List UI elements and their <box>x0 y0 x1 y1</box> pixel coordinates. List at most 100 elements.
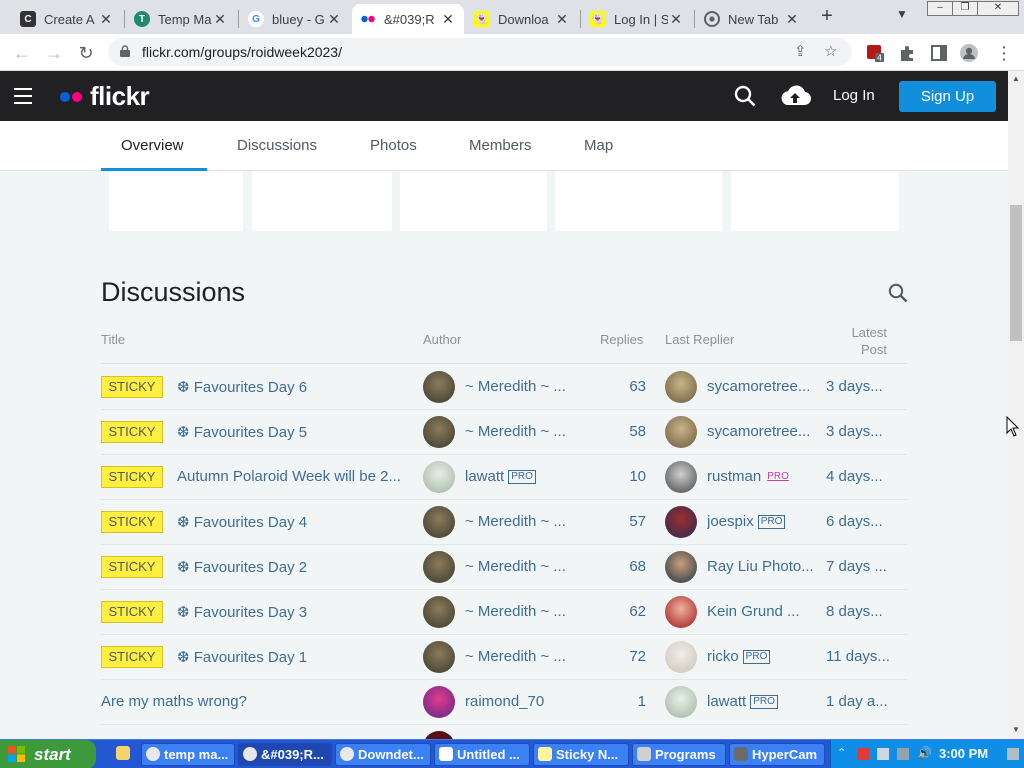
topic-link[interactable]: ❆ Favourites Day 1 <box>177 648 417 666</box>
author-avatar[interactable] <box>423 551 455 583</box>
latest-post-link[interactable]: 1 day a... <box>826 693 907 710</box>
last-replier-cell[interactable]: Kein Grund ... <box>707 603 821 620</box>
last-replier-link[interactable]: joespix <box>707 513 754 530</box>
taskbar-item[interactable]: Downdet... <box>335 743 431 766</box>
hamburger-menu-icon[interactable] <box>14 88 32 104</box>
author-avatar[interactable] <box>423 686 455 718</box>
profile-avatar-icon[interactable] <box>960 44 978 62</box>
last-replier-avatar[interactable] <box>665 416 697 448</box>
author-link[interactable]: raimond_70 <box>465 693 544 710</box>
browser-tab[interactable]: New Tab ✕ <box>696 4 808 34</box>
back-arrow-icon[interactable]: ← <box>10 41 34 65</box>
topic-link[interactable]: ❆ Favourites Day 4 <box>177 513 417 531</box>
close-tab-icon[interactable]: ✕ <box>326 11 342 28</box>
browser-tab-active[interactable]: &#039;R ✕ <box>352 4 464 34</box>
author-avatar[interactable] <box>423 731 455 739</box>
author-link[interactable]: ~ Meredith ~ ... <box>465 423 566 440</box>
search-icon[interactable] <box>888 283 908 303</box>
last-replier-avatar[interactable] <box>665 371 697 403</box>
last-replier-cell[interactable]: joespix PRO <box>707 513 821 530</box>
author-link[interactable]: ~ Meredith ~ ... <box>465 603 566 620</box>
last-replier-link[interactable]: rustman <box>707 468 761 485</box>
browser-tab[interactable]: C Create A ✕ <box>12 4 122 34</box>
tab-photos[interactable]: Photos <box>370 137 417 154</box>
bookmark-star-icon[interactable]: ☆ <box>824 42 837 60</box>
author-link[interactable]: ~ Meredith ~ ... <box>465 378 566 395</box>
extensions-puzzle-icon[interactable] <box>898 44 916 62</box>
minimize-window-button[interactable]: – <box>927 1 953 16</box>
last-replier-cell[interactable]: rustman PRO <box>707 468 821 485</box>
photo-card[interactable] <box>555 171 722 231</box>
photo-card[interactable] <box>109 171 243 231</box>
tab-members[interactable]: Members <box>469 137 532 154</box>
author-cell[interactable]: raimond_70 <box>465 693 605 710</box>
author-link[interactable]: lawatt <box>465 468 504 485</box>
browser-tab[interactable]: G bluey - G ✕ <box>240 4 350 34</box>
maximize-window-button[interactable]: ❐ <box>952 1 978 16</box>
last-replier-link[interactable]: ricko <box>707 648 739 665</box>
browser-tab[interactable]: 👻 Downloa ✕ <box>466 4 578 34</box>
last-replier-cell[interactable]: Ray Liu Photo... <box>707 558 821 575</box>
taskbar-item[interactable]: Untitled ... <box>434 743 530 766</box>
close-tab-icon[interactable]: ✕ <box>668 11 684 28</box>
new-tab-button[interactable]: + <box>816 5 838 27</box>
author-avatar[interactable] <box>423 416 455 448</box>
security-alert-icon[interactable] <box>857 748 869 760</box>
author-avatar[interactable] <box>423 371 455 403</box>
last-replier-avatar[interactable] <box>665 506 697 538</box>
taskbar-item[interactable]: Sticky N... <box>533 743 629 766</box>
author-avatar[interactable] <box>423 506 455 538</box>
close-window-button[interactable]: ✕ <box>977 1 1019 16</box>
tab-map[interactable]: Map <box>584 137 613 154</box>
latest-post-link[interactable]: 4 days... <box>826 468 907 485</box>
search-icon[interactable] <box>734 85 756 107</box>
last-replier-avatar[interactable] <box>665 596 697 628</box>
tab-overview[interactable]: Overview <box>121 137 184 154</box>
taskbar-item-active[interactable]: &#039;R... <box>238 743 332 766</box>
taskbar-item[interactable]: Programs <box>632 743 726 766</box>
flickr-logo[interactable]: flickr <box>60 81 150 112</box>
last-replier-link[interactable]: Kein Grund ... <box>707 603 800 620</box>
topic-link[interactable]: ❆ Favourites Day 6 <box>177 378 417 396</box>
last-replier-avatar[interactable] <box>665 686 697 718</box>
author-avatar[interactable] <box>423 461 455 493</box>
scrollbar-thumb[interactable] <box>1010 205 1022 341</box>
browser-tab[interactable]: T Temp Ma ✕ <box>126 4 236 34</box>
close-tab-icon[interactable]: ✕ <box>440 11 456 28</box>
photo-card[interactable] <box>252 171 392 231</box>
author-cell[interactable]: ~ Meredith ~ ... <box>465 513 605 530</box>
close-tab-icon[interactable]: ✕ <box>554 11 570 28</box>
last-replier-avatar[interactable] <box>665 461 697 493</box>
reload-icon[interactable]: ↻ <box>74 41 98 65</box>
author-cell[interactable]: lawatt PRO <box>465 468 605 485</box>
latest-post-link[interactable]: 3 days... <box>826 378 907 395</box>
close-tab-icon[interactable]: ✕ <box>212 11 228 28</box>
author-avatar[interactable] <box>423 641 455 673</box>
last-replier-cell[interactable]: sycamoretree... <box>707 423 821 440</box>
last-replier-cell[interactable]: ricko PRO <box>707 648 821 665</box>
author-avatar[interactable] <box>423 596 455 628</box>
topic-link[interactable]: ❆ Favourites Day 5 <box>177 423 417 441</box>
address-bar[interactable]: flickr.com/groups/roidweek2023/ ⇪ ☆ <box>108 38 852 66</box>
page-scrollbar[interactable]: ▲ ▼ <box>1008 71 1024 739</box>
tab-discussions[interactable]: Discussions <box>237 137 317 154</box>
show-desktop-icon[interactable] <box>1007 748 1019 760</box>
taskbar-item[interactable]: HyperCam <box>729 743 825 766</box>
scroll-down-arrow-icon[interactable]: ▼ <box>1012 725 1020 734</box>
last-replier-link[interactable]: lawatt <box>707 693 746 710</box>
side-panel-icon[interactable] <box>930 44 948 62</box>
share-icon[interactable]: ⇪ <box>794 42 807 60</box>
login-link[interactable]: Log In <box>833 87 875 104</box>
author-link[interactable]: ~ Meredith ~ ... <box>465 513 566 530</box>
topic-link[interactable]: ❆ Favourites Day 2 <box>177 558 417 576</box>
last-replier-cell[interactable]: lawatt PRO <box>707 693 821 710</box>
forward-arrow-icon[interactable]: → <box>42 41 66 65</box>
author-cell[interactable]: ~ Meredith ~ ... <box>465 648 605 665</box>
last-replier-link[interactable]: sycamoretree... <box>707 423 810 440</box>
latest-post-link[interactable]: 11 days... <box>826 648 907 665</box>
topic-link[interactable]: Are my maths wrong? <box>101 693 417 710</box>
volume-icon[interactable]: 🔊 <box>917 746 932 760</box>
author-link[interactable]: ~ Meredith ~ ... <box>465 648 566 665</box>
close-tab-icon[interactable]: ✕ <box>98 11 114 28</box>
extension-badge-icon[interactable]: 4 <box>866 44 884 62</box>
